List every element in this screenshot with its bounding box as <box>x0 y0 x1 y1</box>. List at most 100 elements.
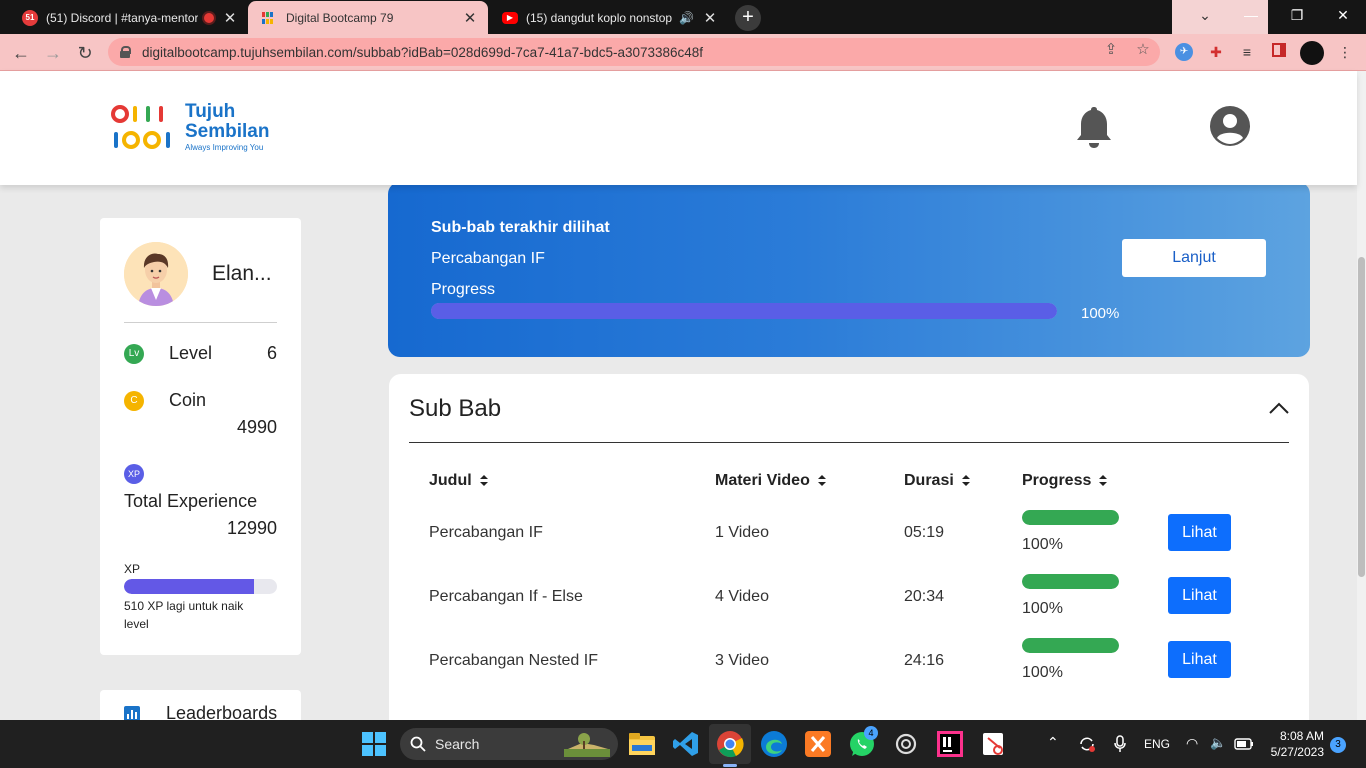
language-indicator[interactable]: ENG <box>1144 737 1170 751</box>
file-explorer-icon[interactable] <box>628 730 656 758</box>
cell-judul: Percabangan IF <box>429 524 543 541</box>
cell-judul: Percabangan Nested IF <box>429 652 598 669</box>
column-header-label: Judul <box>429 472 472 489</box>
row-progress-bar <box>1022 574 1119 589</box>
tab-youtube[interactable]: ▶ (15) dangdut koplo nonstop 🔊 ✕ <box>488 1 728 34</box>
user-name: Elan... <box>212 262 272 285</box>
user-account-icon[interactable] <box>1210 106 1250 146</box>
side-panel-icon[interactable] <box>1270 43 1288 61</box>
browser-menu-icon[interactable]: ⋮ <box>1336 43 1354 61</box>
tab-discord[interactable]: 51 (51) Discord | #tanya-mentor ✕ <box>8 1 248 34</box>
windows-taskbar: Search 4 ⌃ ENG ◠ 🔈 8:08 AM 5/27/2023 3 <box>0 720 1366 768</box>
discord-favicon-icon: 51 <box>22 9 38 26</box>
last-seen-progress-percent: 100% <box>1081 305 1120 322</box>
cell-durasi: 20:34 <box>904 588 945 605</box>
extension-icon[interactable]: ✈ <box>1175 43 1193 61</box>
battery-icon[interactable] <box>1234 738 1254 750</box>
microphone-icon[interactable] <box>1113 735 1127 753</box>
tab-title: Digital Bootcamp 79 <box>286 10 394 25</box>
snipping-tool-icon[interactable] <box>980 730 1008 758</box>
reload-button[interactable]: ↻ <box>72 40 98 66</box>
last-seen-subchapter: Percabangan IF <box>431 250 545 267</box>
xampp-icon[interactable] <box>804 730 832 758</box>
column-header-judul[interactable]: Judul <box>429 472 488 490</box>
level-label: Level <box>169 343 213 363</box>
brand-name-line1: Tujuh <box>185 101 236 122</box>
experience-value: 12990 <box>226 518 277 538</box>
cell-progress-text: 100% <box>1022 664 1063 681</box>
column-header-progress[interactable]: Progress <box>1022 472 1108 490</box>
tujuhsembilan-favicon-icon <box>262 10 278 26</box>
column-header-label: Materi Video <box>715 472 810 489</box>
view-button[interactable]: Lihat <box>1168 641 1231 678</box>
wifi-icon[interactable]: ◠ <box>1186 735 1198 752</box>
address-toolbar: ← → ↻ digitalbootcamp.tujuhsembilan.com/… <box>0 34 1366 71</box>
profile-avatar-icon[interactable] <box>1300 41 1324 65</box>
xp-remaining-note: 510 XP lagi untuk naik level <box>124 599 244 631</box>
cell-judul: Percabangan If - Else <box>429 588 583 605</box>
audio-playing-icon[interactable]: 🔊 <box>679 11 694 25</box>
taskbar-search[interactable]: Search <box>400 728 618 760</box>
windows-start-icon[interactable] <box>360 730 388 758</box>
close-tab-icon[interactable]: ✕ <box>222 9 238 27</box>
clock-date[interactable]: 5/27/2023 <box>1265 745 1324 759</box>
chatgpt-icon[interactable] <box>892 730 920 758</box>
profile-card: Elan... Lv Level 6 C Coin 4990 XP Total … <box>100 218 301 655</box>
restore-button[interactable]: ❐ <box>1274 0 1320 30</box>
forward-button[interactable]: → <box>40 40 66 66</box>
tab-digital-bootcamp[interactable]: Digital Bootcamp 79 ✕ <box>248 1 488 34</box>
tab-search-chevron-icon[interactable]: ⌄ <box>1182 0 1228 30</box>
close-window-button[interactable]: ✕ <box>1320 0 1366 30</box>
coin-icon: C <box>124 391 144 411</box>
chrome-icon[interactable] <box>716 730 744 758</box>
close-tab-icon[interactable]: ✕ <box>702 9 718 27</box>
new-tab-button[interactable]: + <box>735 5 761 31</box>
extensions-puzzle-icon[interactable]: ✚ <box>1207 43 1225 61</box>
view-button[interactable]: Lihat <box>1168 577 1231 614</box>
search-highlight-landscape-icon <box>564 733 610 757</box>
clock-time[interactable]: 8:08 AM <box>1274 729 1324 743</box>
sync-icon[interactable] <box>1078 735 1096 753</box>
brand-name-line2: Sembilan <box>185 121 270 142</box>
cell-progress-text: 100% <box>1022 536 1063 553</box>
xp-icon: XP <box>124 464 144 484</box>
address-bar[interactable]: digitalbootcamp.tujuhsembilan.com/subbab… <box>108 38 1160 66</box>
sort-icon[interactable] <box>961 475 970 487</box>
volume-icon[interactable]: 🔈 <box>1210 735 1226 751</box>
close-tab-icon[interactable]: ✕ <box>462 9 478 27</box>
intellij-icon[interactable] <box>936 730 964 758</box>
user-avatar <box>124 242 188 306</box>
bookmark-star-icon[interactable]: ☆ <box>1134 41 1152 59</box>
vscode-icon[interactable] <box>672 730 700 758</box>
sort-icon[interactable] <box>817 475 826 487</box>
back-button[interactable]: ← <box>8 40 34 66</box>
column-header-materi-video[interactable]: Materi Video <box>715 472 826 490</box>
brand-tagline: Always Improving You <box>185 143 264 152</box>
collapse-chevron-up-icon[interactable] <box>1268 400 1290 416</box>
logo-mark-icon <box>111 105 170 149</box>
browser-tab-strip: 51 (51) Discord | #tanya-mentor ✕ Digita… <box>0 0 1366 34</box>
tujuhsembilan-logo[interactable]: Tujuh Sembilan Always Improving You <box>111 101 281 157</box>
scrollbar-thumb[interactable] <box>1358 257 1365 577</box>
sort-icon[interactable] <box>479 475 488 487</box>
view-button[interactable]: Lihat <box>1168 514 1231 551</box>
tab-title: (15) dangdut koplo nonstop <box>526 10 673 25</box>
share-icon[interactable]: ⇪ <box>1102 41 1120 59</box>
search-label: Search <box>435 736 480 752</box>
notification-count-badge[interactable]: 3 <box>1330 737 1346 753</box>
notification-bell-icon[interactable] <box>1075 105 1113 149</box>
xp-progress-fill <box>124 579 255 594</box>
level-icon: Lv <box>124 344 144 364</box>
continue-button[interactable]: Lanjut <box>1122 239 1266 277</box>
lock-icon[interactable] <box>120 46 131 58</box>
minimize-button[interactable]: — <box>1228 0 1274 30</box>
page-scrollbar[interactable] <box>1357 71 1366 720</box>
show-hidden-icons-chevron-icon[interactable]: ⌃ <box>1047 734 1059 751</box>
column-header-durasi[interactable]: Durasi <box>904 472 970 490</box>
reading-list-icon[interactable]: ≡ <box>1238 43 1256 61</box>
sort-icon[interactable] <box>1099 475 1108 487</box>
column-header-label: Durasi <box>904 472 954 489</box>
table-row: Percabangan If - Else 4 Video 20:34 100%… <box>389 564 1309 628</box>
edge-icon[interactable] <box>760 730 788 758</box>
cell-materi-video: 1 Video <box>715 524 769 541</box>
